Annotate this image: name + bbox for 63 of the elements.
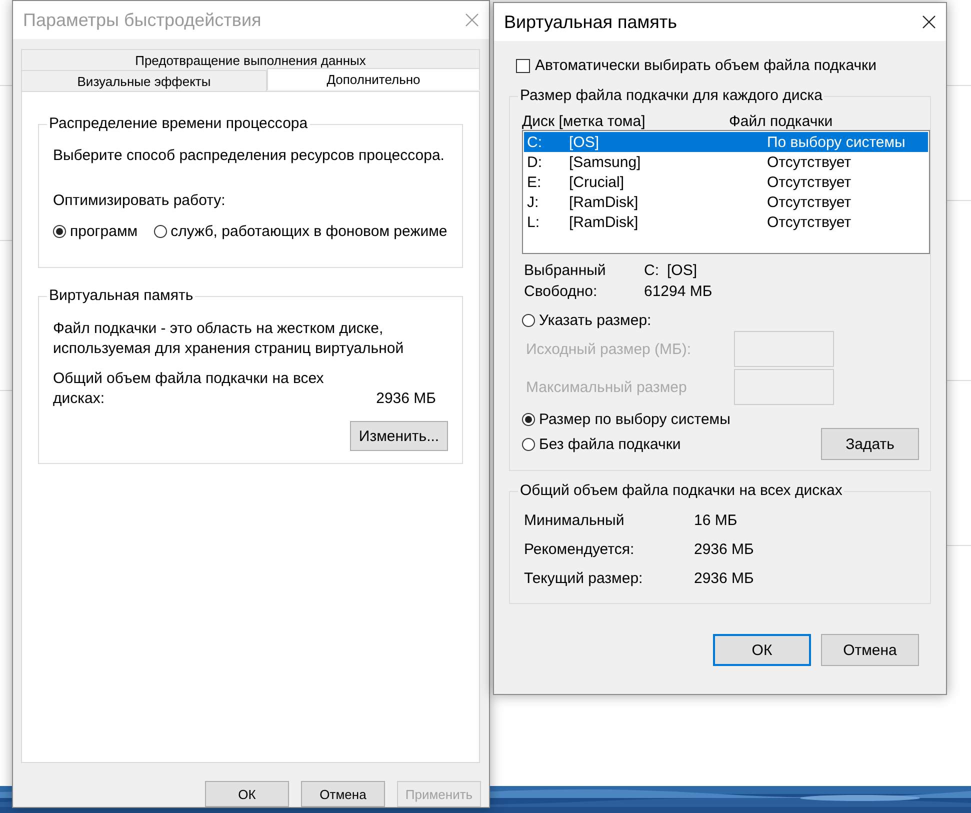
value-text: 61294 МБ bbox=[644, 283, 714, 300]
list-cell-text: J: bbox=[527, 194, 540, 210]
dialog-button[interactable]: ОК bbox=[713, 634, 811, 666]
radio-button[interactable]: Без файла подкачки bbox=[522, 436, 681, 452]
set-button[interactable]: Задать bbox=[821, 428, 919, 460]
tab[interactable]: Визуальные эффекты bbox=[21, 70, 267, 91]
field-label: Исходный размер (МБ): bbox=[526, 340, 692, 358]
list-cell-text: [Samsung] bbox=[569, 154, 642, 170]
value-text: 2936 МБ bbox=[694, 570, 755, 587]
window-title: Виртуальная память bbox=[504, 12, 678, 32]
group-title: Распределение времени процессора bbox=[47, 115, 310, 132]
list-cell-text: Отсутствует bbox=[767, 214, 852, 230]
change-button[interactable]: Изменить... bbox=[350, 421, 448, 451]
field-label: Оптимизировать работу: bbox=[53, 192, 226, 209]
radio-button[interactable]: Указать размер: bbox=[522, 312, 930, 329]
field-label: Рекомендуется: bbox=[524, 541, 636, 558]
drive-list[interactable]: C: [OS] По выбору системы D: [Samsung] Отсутствует E: [Crucial] Отсутствует J: [RamDisk] Отсутствует L: [RamDisk] Отсутствует bbox=[522, 130, 930, 254]
close-icon[interactable] bbox=[922, 15, 936, 29]
window-title: Параметры быстродействия bbox=[23, 10, 262, 30]
field-label: Свободно: bbox=[524, 283, 598, 300]
list-row[interactable]: D: [Samsung] Отсутствует bbox=[524, 152, 928, 172]
description-text: Файл подкачки - это область на жестком диске, используемая для хранения страниц виртуальной bbox=[53, 319, 405, 359]
list-row[interactable]: E: [Crucial] Отсутствует bbox=[524, 172, 928, 192]
group-title: Виртуальная память bbox=[47, 287, 196, 304]
list-cell-text: C: bbox=[527, 134, 543, 150]
group-title: Общий объем файла подкачки на всех дисках bbox=[518, 482, 844, 499]
list-cell-text: [OS] bbox=[569, 134, 600, 150]
value-text: 2936 МБ bbox=[694, 541, 755, 558]
column-header: Файл подкачки bbox=[729, 113, 834, 130]
field-label: Минимальный bbox=[524, 512, 626, 529]
description-text: Выберите способ распределения ресурсов процессора. bbox=[53, 147, 446, 164]
value-text: 16 МБ bbox=[694, 512, 738, 529]
value-text: [OS] bbox=[667, 262, 698, 279]
dialog-button[interactable]: ОК bbox=[205, 781, 289, 807]
list-row[interactable]: C: [OS] По выбору системы bbox=[524, 132, 928, 152]
list-cell-text: D: bbox=[527, 154, 543, 170]
list-cell-text: [Crucial] bbox=[569, 174, 626, 190]
value-text: 2936 МБ bbox=[376, 389, 436, 409]
group-title: Размер файла подкачки для каждого диска bbox=[518, 87, 824, 104]
checkbox[interactable]: Автоматически выбирать объем файла подкачки bbox=[516, 57, 931, 74]
radio-button[interactable]: программ bbox=[53, 223, 138, 240]
dialog-button[interactable]: Отмена bbox=[821, 634, 919, 666]
list-cell-text: [RamDisk] bbox=[569, 194, 640, 210]
field-label: Выбранный bbox=[524, 262, 607, 279]
tab[interactable]: Дополнительно bbox=[267, 68, 480, 90]
list-cell-text: L: bbox=[527, 214, 541, 230]
list-cell-text: Отсутствует bbox=[767, 154, 852, 170]
field-label: Текущий размер: bbox=[524, 570, 644, 587]
list-cell-text: E: bbox=[527, 174, 542, 190]
list-row[interactable]: L: [RamDisk] Отсутствует bbox=[524, 212, 928, 232]
dialog-button[interactable]: Отмена bbox=[301, 781, 385, 807]
list-cell-text: [RamDisk] bbox=[569, 214, 640, 230]
list-row[interactable]: J: [RamDisk] Отсутствует bbox=[524, 192, 928, 212]
radio-button[interactable]: служб, работающих в фоновом режиме bbox=[154, 223, 448, 240]
field-label: Максимальный размер bbox=[526, 378, 688, 396]
column-header: Диск [метка тома] bbox=[522, 113, 646, 130]
list-cell-text: По выбору системы bbox=[767, 134, 906, 150]
field-label: Общий объем файла подкачки на всех дисках: bbox=[53, 369, 325, 409]
list-cell-text: Отсутствует bbox=[767, 194, 852, 210]
radio-button[interactable]: Размер по выбору системы bbox=[522, 411, 930, 428]
list-cell-text: Отсутствует bbox=[767, 174, 852, 190]
value-text: C: bbox=[644, 262, 659, 279]
tab[interactable]: Предотвращение выполнения данных bbox=[21, 49, 480, 70]
